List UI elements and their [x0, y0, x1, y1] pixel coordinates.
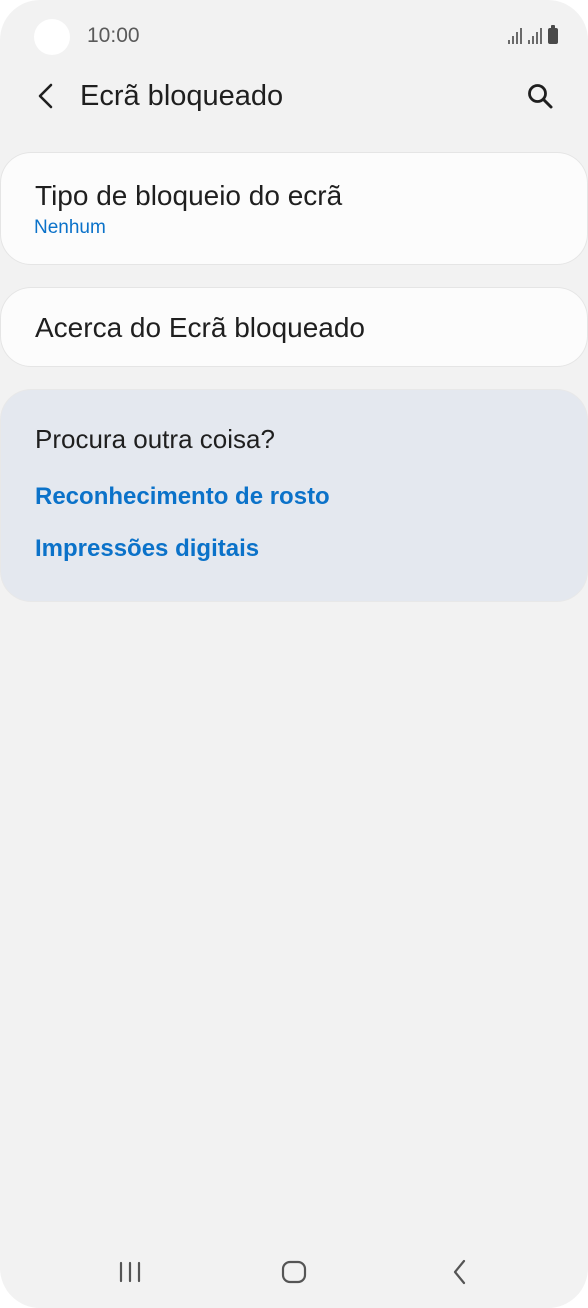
lock-type-setting[interactable]: Tipo de bloqueio do ecrã [1, 153, 587, 264]
suggestions-title: Procura outra coisa? [35, 424, 275, 454]
recent-apps-button[interactable] [90, 1236, 170, 1308]
page-title: Ecrã bloqueado [80, 80, 284, 112]
back-arrow-icon [38, 83, 53, 109]
signal-icon [528, 28, 542, 44]
app-bar: Ecrã bloqueado [0, 72, 588, 122]
signal-icon [508, 28, 522, 44]
about-lock-screen-title: Acerca do Ecrã bloqueado [35, 312, 365, 343]
home-button[interactable] [254, 1236, 334, 1308]
battery-icon [548, 25, 558, 44]
camera-cutout [34, 19, 70, 55]
navigation-bar [0, 1236, 588, 1308]
back-button[interactable] [28, 76, 64, 116]
status-time: 10:00 [87, 24, 140, 47]
suggestions-card: Procura outra coisa? Reconhecimento de r… [1, 390, 587, 601]
lock-type-value: Nenhum [34, 217, 106, 238]
back-icon [453, 1259, 466, 1285]
home-icon [281, 1260, 307, 1284]
recent-apps-icon [119, 1261, 141, 1283]
face-recognition-link[interactable]: Reconhecimento de rosto [35, 483, 330, 511]
search-button[interactable] [520, 76, 560, 116]
status-bar: 10:00 [0, 0, 588, 72]
status-icons [508, 25, 558, 44]
about-lock-screen-setting[interactable]: Acerca do Ecrã bloqueado [1, 288, 587, 366]
screen: 10:00 Ecrã bloqueado Tipo de bloqueio do… [0, 0, 588, 1308]
fingerprints-link[interactable]: Impressões digitais [35, 535, 259, 563]
search-icon [528, 84, 553, 109]
nav-back-button[interactable] [420, 1236, 500, 1308]
lock-type-title: Tipo de bloqueio do ecrã [35, 180, 343, 211]
